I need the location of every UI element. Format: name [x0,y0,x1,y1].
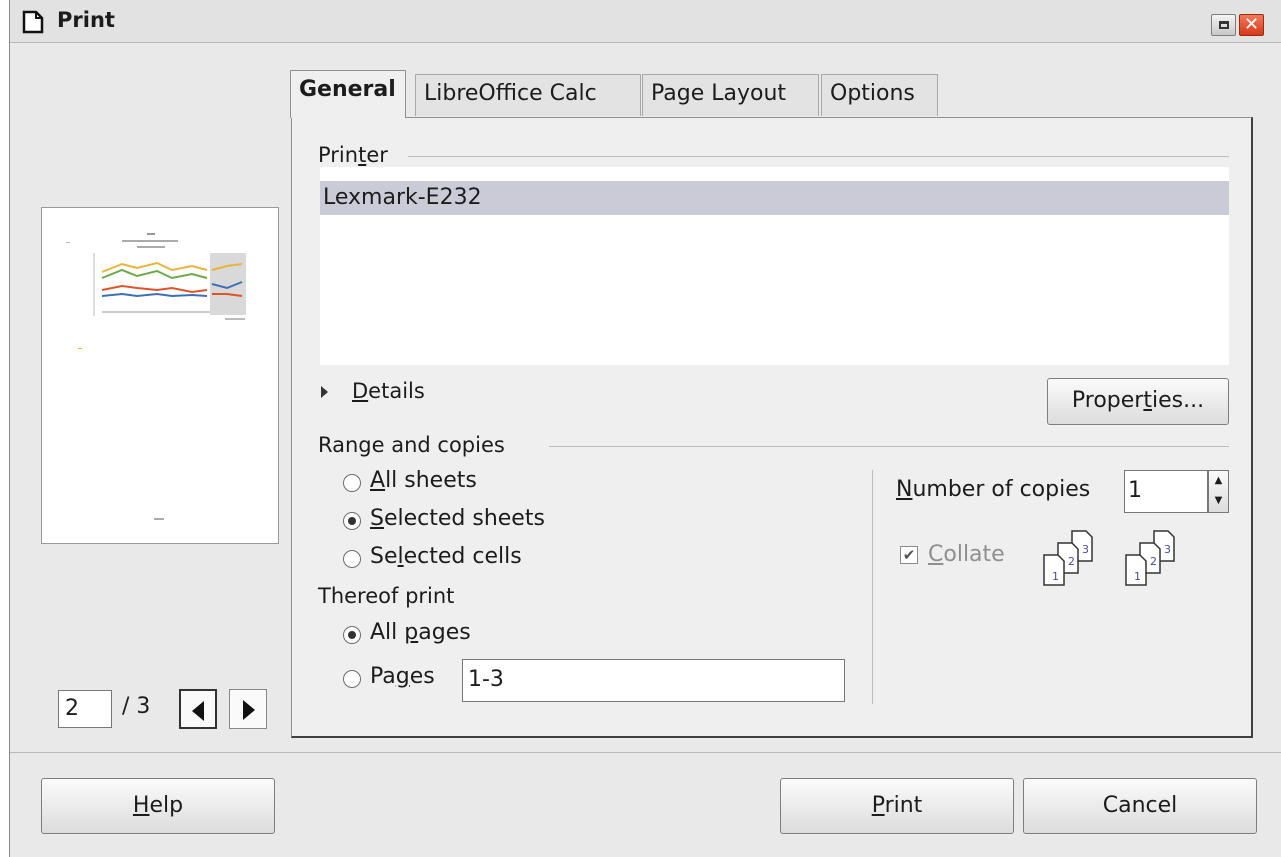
selected-cells-label[interactable]: Selected cells [370,544,522,569]
print-preview [41,207,279,544]
previous-page-button[interactable] [179,689,217,729]
details-expander[interactable]: Details [352,379,425,403]
svg-text:3: 3 [1082,543,1089,556]
tab-page-layout[interactable]: Page Layout [642,74,819,116]
footer-divider [10,752,1281,753]
preview-page-thumbnail [66,233,246,520]
pages-label[interactable]: Pages [370,664,435,689]
spin-up-icon[interactable]: ▲ [1209,471,1228,491]
selected-sheets-label[interactable]: Selected sheets [370,506,545,531]
svg-text:3: 3 [1164,543,1171,556]
arrow-left-icon [192,701,204,721]
tab-options[interactable]: Options [821,74,938,116]
print-button[interactable]: Print [780,778,1014,834]
copies-divider [872,470,873,704]
selected-sheets-radio[interactable] [343,512,361,530]
pages-range-input[interactable]: 1-3 [462,659,845,702]
pages-radio[interactable] [343,670,361,688]
all-sheets-radio[interactable] [343,474,361,492]
printer-section-label: Printer [318,143,388,167]
copies-input[interactable]: 1 [1124,470,1208,513]
collate-label[interactable]: Collate [928,542,1005,567]
number-of-copies-label: Number of copies [896,477,1091,502]
svg-text:1: 1 [1134,570,1141,583]
total-pages-label: / 3 [122,694,151,719]
tab-general[interactable]: General [290,70,406,118]
collate-checkbox[interactable]: ✔ [900,546,918,564]
svg-text:2: 2 [1150,555,1157,568]
all-sheets-label[interactable]: All sheets [370,468,477,493]
collate-pages-icon: 3 2 1 [1125,530,1175,586]
printer-list[interactable]: Lexmark-E232 [320,167,1229,365]
print-dialog: Print ✕ 2 / 3 General LibreOffice Calc P… [9,0,1281,857]
all-pages-radio[interactable] [343,626,361,644]
restore-button[interactable] [1211,14,1236,36]
tab-libreoffice-calc[interactable]: LibreOffice Calc [415,74,641,116]
expander-arrow-icon[interactable] [321,386,328,398]
close-icon: ✕ [1243,14,1260,35]
range-section-label: Range and copies [318,433,505,457]
arrow-right-icon [243,700,255,720]
copies-spinner[interactable]: ▲ ▼ [1208,470,1229,513]
collate-pages-icon: 3 2 1 [1043,530,1093,586]
dialog-title: Print [57,8,115,32]
all-pages-label[interactable]: All pages [370,620,471,645]
thereof-print-label: Thereof print [318,584,455,608]
range-section-divider [549,446,1229,447]
next-page-button[interactable] [229,689,267,729]
restore-icon [1219,21,1229,29]
spin-down-icon[interactable]: ▼ [1209,491,1228,511]
selected-cells-radio[interactable] [343,550,361,568]
document-icon [22,10,44,34]
svg-text:2: 2 [1068,555,1075,568]
help-button[interactable]: Help [41,778,275,834]
properties-button[interactable]: Properties... [1047,378,1229,425]
close-button[interactable]: ✕ [1239,14,1264,36]
svg-text:1: 1 [1052,570,1059,583]
current-page-field[interactable]: 2 [58,690,112,728]
printer-list-item[interactable]: Lexmark-E232 [320,181,1229,215]
printer-section-divider [408,156,1229,157]
title-bar: Print ✕ [10,0,1281,43]
cancel-button[interactable]: Cancel [1023,778,1257,834]
